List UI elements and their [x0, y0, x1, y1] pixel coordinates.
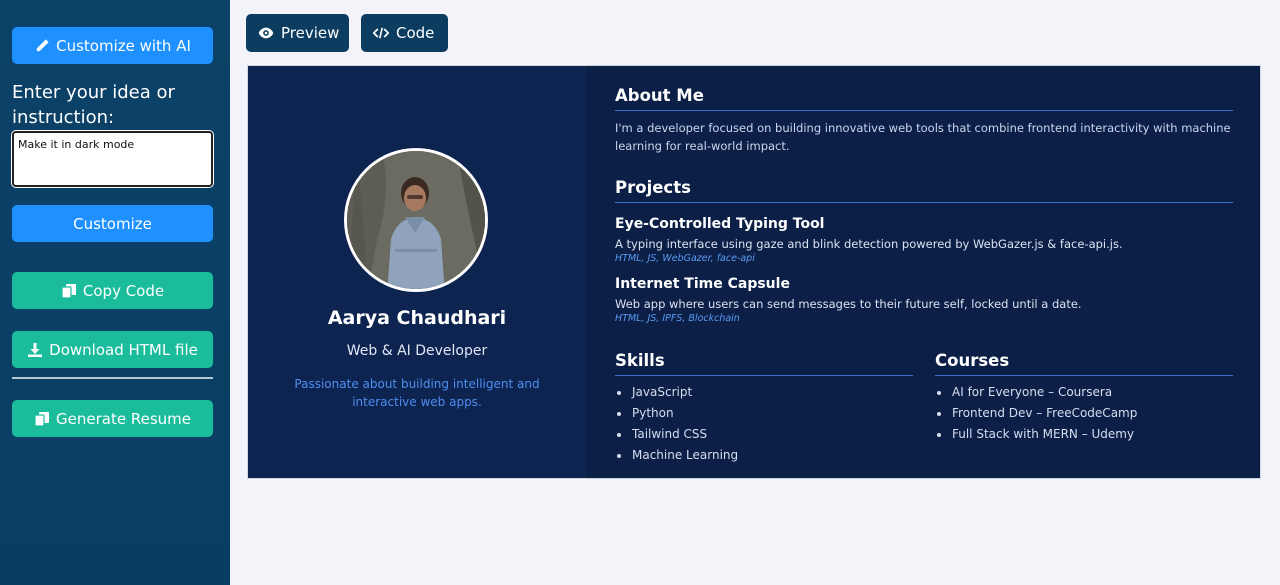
- project-title: Eye-Controlled Typing Tool: [615, 216, 825, 232]
- courses-heading: Courses: [935, 351, 1010, 370]
- copy-icon: [61, 283, 77, 299]
- skills-heading: Skills: [615, 351, 665, 370]
- list-item: Tailwind CSS: [615, 424, 913, 445]
- list-item: JavaScript: [615, 382, 913, 403]
- list-item: AI for Everyone – Coursera: [935, 382, 1233, 403]
- download-html-label: Download HTML file: [49, 340, 198, 359]
- sidebar-divider: [12, 377, 213, 379]
- list-item: Frontend Dev – FreeCodeCamp: [935, 403, 1233, 424]
- download-icon: [27, 342, 43, 358]
- customize-with-ai-button[interactable]: Customize with AI: [12, 27, 213, 64]
- projects-heading: Projects: [615, 178, 691, 197]
- list-item: Full Stack with MERN – Udemy: [935, 424, 1233, 445]
- profile-avatar: [344, 148, 488, 292]
- project-description: Web app where users can send messages to…: [615, 297, 1082, 311]
- list-item: Machine Learning: [615, 445, 913, 466]
- list-item: Python: [615, 403, 913, 424]
- generate-resume-label: Generate Resume: [56, 409, 191, 428]
- copy-icon: [34, 411, 50, 427]
- preview-label: Preview: [281, 24, 340, 42]
- projects-rule: [615, 202, 1233, 203]
- profile-name: Aarya Chaudhari: [327, 307, 507, 329]
- resume-preview: Aarya Chaudhari Web & AI Developer Passi…: [247, 65, 1261, 479]
- project-description: A typing interface using gaze and blink …: [615, 237, 1123, 251]
- about-rule: [615, 110, 1233, 111]
- profile-role: Web & AI Developer: [346, 343, 488, 359]
- copy-code-label: Copy Code: [82, 281, 165, 300]
- copy-code-button[interactable]: Copy Code: [12, 272, 213, 309]
- eye-icon: [258, 25, 274, 41]
- courses-rule: [935, 375, 1233, 376]
- customize-with-ai-label: Customize with AI: [56, 36, 191, 55]
- code-icon: [373, 25, 389, 41]
- skills-rule: [615, 375, 913, 376]
- customize-label: Customize: [73, 214, 152, 233]
- instruction-label: Enter your idea or instruction:: [12, 82, 175, 128]
- project-tags: HTML, JS, IPFS, Blockchain: [615, 313, 740, 324]
- customize-button[interactable]: Customize: [12, 205, 213, 242]
- instruction-input[interactable]: Make it in dark mode: [12, 131, 213, 187]
- profile-tagline: Passionate about building intelligent an…: [294, 377, 540, 409]
- pencil-icon: [34, 38, 50, 54]
- project-title: Internet Time Capsule: [615, 276, 790, 292]
- content-panel: About Me I'm a developer focused on buil…: [615, 66, 1233, 478]
- courses-list: AI for Everyone – Coursera Frontend Dev …: [935, 382, 1233, 445]
- skills-list: JavaScript Python Tailwind CSS Machine L…: [615, 382, 913, 466]
- code-button[interactable]: Code: [361, 14, 448, 52]
- sidebar: Customize with AI Enter your idea or ins…: [0, 0, 230, 585]
- preview-button[interactable]: Preview: [246, 14, 349, 52]
- download-html-button[interactable]: Download HTML file: [12, 331, 213, 368]
- project-tags: HTML, JS, WebGazer, face-api: [615, 253, 755, 264]
- generate-resume-button[interactable]: Generate Resume: [12, 400, 213, 437]
- profile-panel: Aarya Chaudhari Web & AI Developer Passi…: [248, 66, 586, 478]
- code-label: Code: [396, 24, 435, 42]
- about-text: I'm a developer focused on building inno…: [615, 121, 1231, 153]
- about-heading: About Me: [615, 86, 704, 105]
